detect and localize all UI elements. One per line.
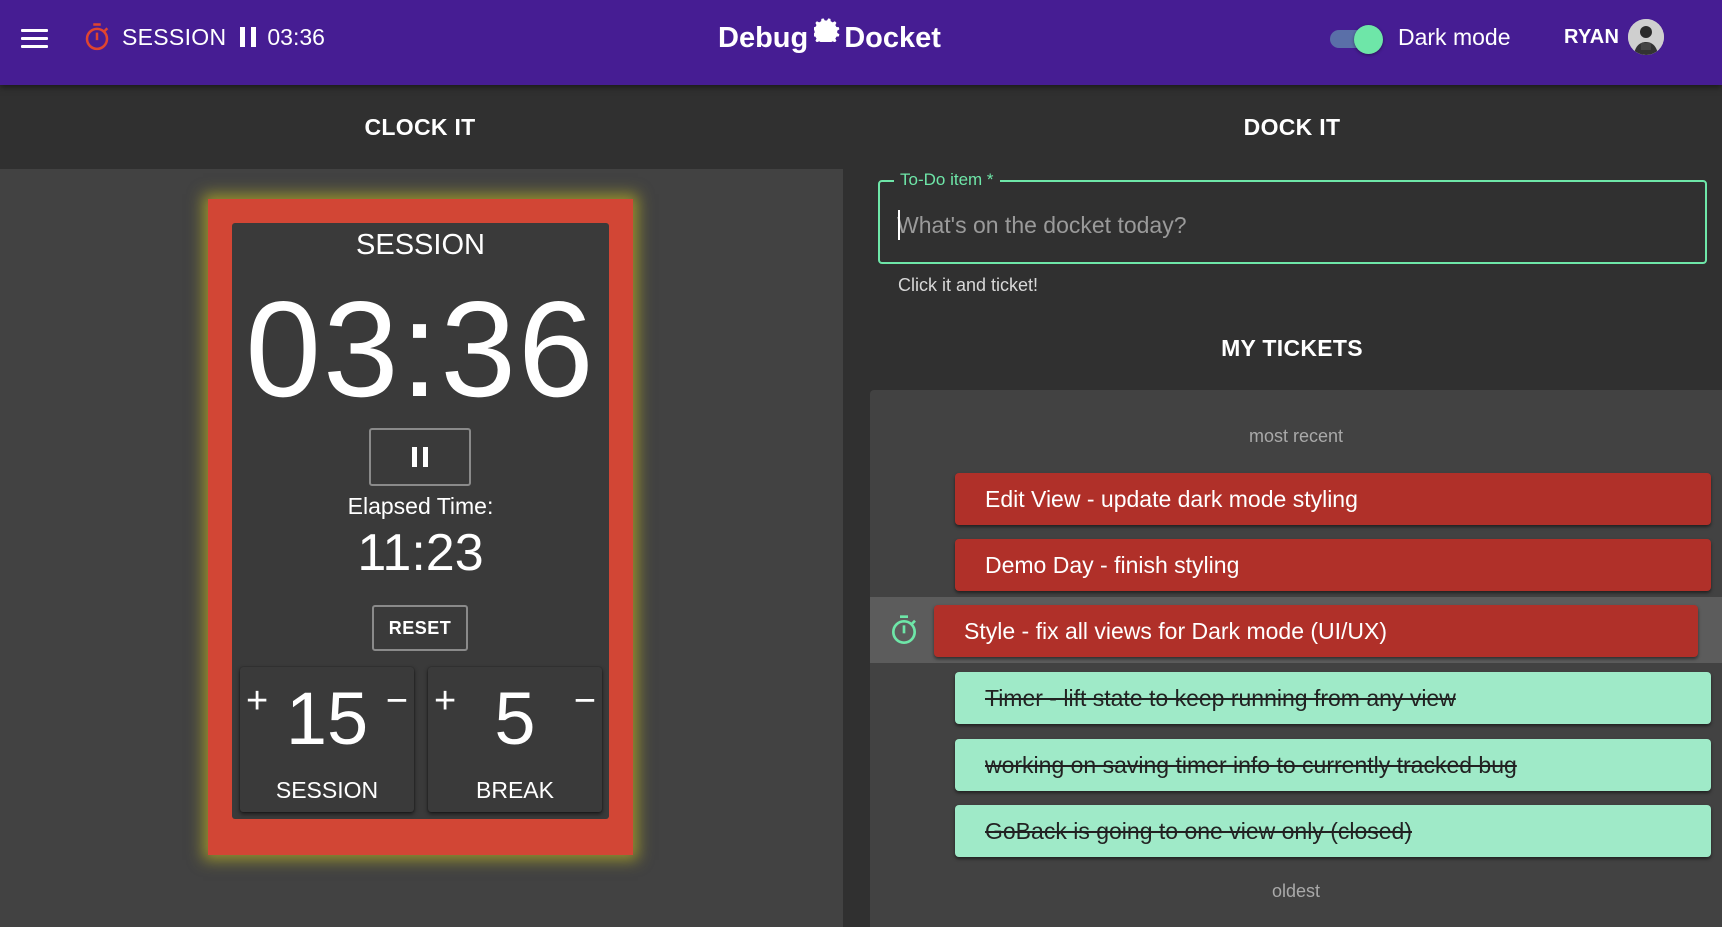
- dark-mode-toggle[interactable]: [1328, 22, 1386, 54]
- timer-icon[interactable]: [82, 22, 112, 52]
- ticket-item[interactable]: working on saving timer info to currentl…: [955, 739, 1711, 791]
- break-length-control: + 5 − BREAK: [428, 667, 602, 812]
- app-bar: SESSION 03:36 Debug Docket Dark mode RYA…: [0, 0, 1722, 85]
- break-length-label: BREAK: [476, 777, 554, 803]
- break-decrement-button[interactable]: −: [574, 681, 596, 721]
- logo-text-right: Docket: [844, 21, 941, 54]
- most-recent-label: most recent: [1248, 426, 1344, 446]
- session-decrement-button[interactable]: −: [386, 681, 408, 721]
- session-length-label: SESSION: [275, 777, 379, 803]
- pause-icon[interactable]: [240, 27, 257, 47]
- todo-field-label: To-Do item *: [894, 168, 1000, 192]
- reset-button[interactable]: RESET: [372, 605, 468, 651]
- tickets-title: MY TICKETS: [1221, 335, 1363, 361]
- gear-icon: [814, 18, 840, 42]
- session-length-control: + 15 − SESSION: [240, 667, 414, 812]
- session-label: SESSION: [122, 23, 227, 50]
- ticket-item[interactable]: GoBack is going to one view only (closed…: [955, 805, 1711, 857]
- timer-card: SESSION 03:36 Elapsed Time: 11:23 RESET …: [232, 223, 609, 819]
- timer-icon[interactable]: [888, 614, 920, 646]
- oldest-label: oldest: [1271, 881, 1321, 901]
- timer-display: 03:36: [245, 273, 596, 425]
- pause-button[interactable]: [369, 428, 471, 486]
- elapsed-label: Elapsed Time:: [347, 493, 494, 519]
- session-time: 03:36: [267, 23, 325, 50]
- dark-mode-label: Dark mode: [1398, 24, 1511, 50]
- app-logo[interactable]: Debug Docket: [718, 14, 941, 62]
- todo-input[interactable]: [897, 205, 1677, 245]
- text-caret: [898, 210, 900, 240]
- ticket-item[interactable]: Demo Day - finish styling: [955, 539, 1711, 591]
- ticket-item[interactable]: Timer - lift state to keep running from …: [955, 672, 1711, 724]
- ticket-item[interactable]: Edit View - update dark mode styling: [955, 473, 1711, 525]
- menu-icon[interactable]: [21, 29, 48, 49]
- clock-section-title: CLOCK IT: [364, 114, 476, 140]
- timer-frame: SESSION 03:36 Elapsed Time: 11:23 RESET …: [208, 199, 633, 855]
- logo-text-left: Debug: [718, 21, 809, 54]
- elapsed-time: 11:23: [357, 524, 484, 582]
- todo-helper-text: Click it and ticket!: [898, 275, 1039, 295]
- pause-icon: [412, 447, 417, 467]
- dock-section-title: DOCK IT: [1243, 114, 1341, 140]
- avatar[interactable]: [1628, 19, 1664, 55]
- ticket-item-active[interactable]: Style - fix all views for Dark mode (UI/…: [934, 605, 1698, 657]
- user-name[interactable]: RYAN: [1564, 24, 1619, 50]
- session-status: SESSION 03:36: [82, 20, 325, 54]
- timer-mode: SESSION: [356, 229, 485, 261]
